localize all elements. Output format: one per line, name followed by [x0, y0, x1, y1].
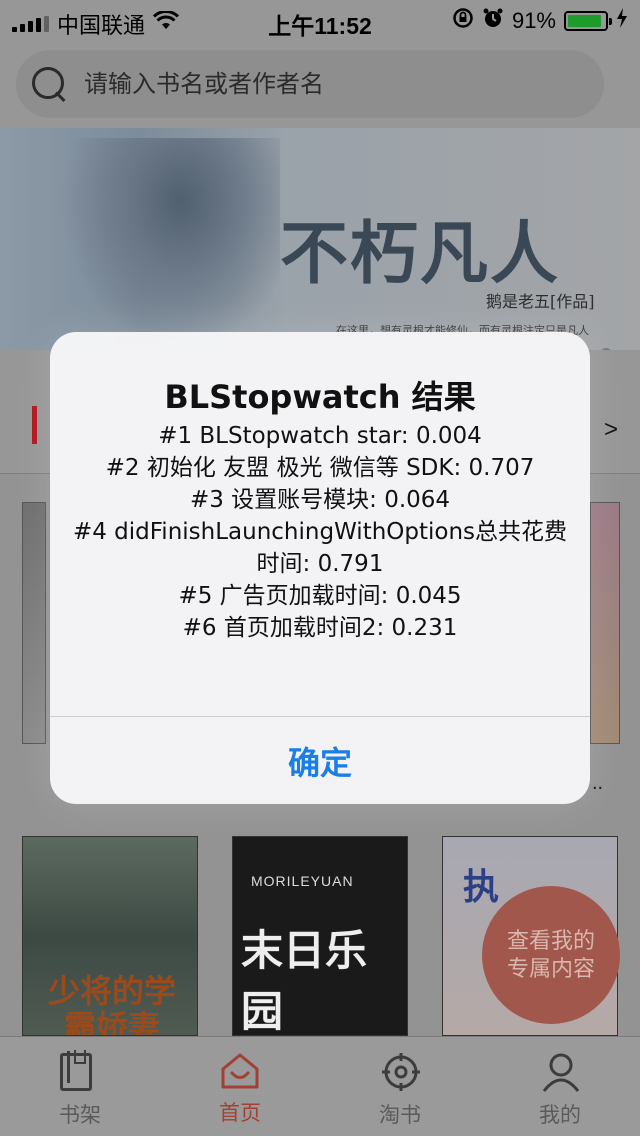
tab-me[interactable]: 我的	[480, 1037, 640, 1136]
search-box[interactable]	[16, 50, 604, 118]
tab-bookshelf[interactable]: 书架	[0, 1037, 160, 1136]
search-bar	[0, 40, 640, 128]
battery-fill	[568, 15, 601, 27]
alert-line: #3 设置账号模块: 0.064	[189, 487, 451, 513]
tab-label: 淘书	[379, 1104, 421, 1127]
search-icon	[32, 67, 66, 101]
alert-line: #2 初始化 友盟 极光 微信等 SDK: 0.707	[105, 455, 535, 481]
tab-label: 首页	[219, 1102, 261, 1125]
person-icon	[540, 1051, 580, 1093]
book-cover[interactable]	[590, 502, 620, 744]
banner-author: 鹅是老五[作品]	[486, 292, 595, 311]
my-content-float-button[interactable]: 查看我的专属内容	[482, 886, 620, 1024]
alert-line: #5 广告页加载时间: 0.045	[178, 583, 462, 609]
banner-title: 不朽凡人	[280, 214, 561, 294]
banner-illustration	[60, 138, 280, 348]
rotation-lock-icon	[452, 7, 474, 35]
section-more-arrow[interactable]: >	[604, 416, 618, 444]
battery-percent: 91%	[511, 8, 556, 33]
book-title-ellipsis: ..	[592, 772, 604, 794]
tab-taoshu[interactable]: 淘书	[320, 1037, 480, 1136]
book-cover-title: 少将的学霸娇妻	[47, 972, 176, 1036]
confirm-button[interactable]: 确定	[50, 717, 590, 804]
bookshelf-icon	[60, 1051, 100, 1093]
status-right: 91%	[452, 7, 628, 35]
tab-label: 我的	[539, 1104, 581, 1127]
status-bar: 中国联通 上午11:52 91%	[0, 0, 640, 40]
alert-line: #6 首页加载时间2: 0.231	[182, 615, 458, 641]
target-icon	[380, 1051, 420, 1093]
book-cover-subtitle: MORILEYUAN	[251, 873, 354, 889]
tab-bar: 书架 首页 淘书 我的	[0, 1036, 640, 1136]
battery-icon	[564, 11, 612, 31]
search-input[interactable]	[84, 70, 564, 98]
alarm-icon	[482, 7, 504, 35]
section-accent-bar	[32, 406, 37, 444]
book-cover-title: 末日乐园	[241, 926, 368, 1036]
home-icon	[219, 1051, 261, 1091]
alert-line: #1 BLStopwatch star: 0.004	[158, 423, 482, 449]
book-cover[interactable]	[22, 502, 46, 744]
book-cover[interactable]: 少将的学霸娇妻	[22, 836, 198, 1036]
alert-message: #1 BLStopwatch star: 0.004 #2 初始化 友盟 极光 …	[72, 420, 568, 644]
banner-carousel[interactable]: 不朽凡人 鹅是老五[作品] 在这里，想有灵根才能修仙，而有灵根注定只是凡人	[0, 128, 640, 350]
alert-dialog: BLStopwatch 结果 #1 BLStopwatch star: 0.00…	[50, 332, 590, 804]
alert-line: #4 didFinishLaunchingWithOptions总共花费时间: …	[72, 519, 568, 577]
alert-title: BLStopwatch 结果	[164, 378, 476, 416]
book-cover[interactable]: MORILEYUAN 末日乐园	[232, 836, 408, 1036]
tab-label: 书架	[59, 1104, 101, 1127]
charging-icon	[616, 8, 628, 34]
book-cover-title: 执	[463, 866, 500, 908]
tab-home[interactable]: 首页	[160, 1037, 320, 1136]
